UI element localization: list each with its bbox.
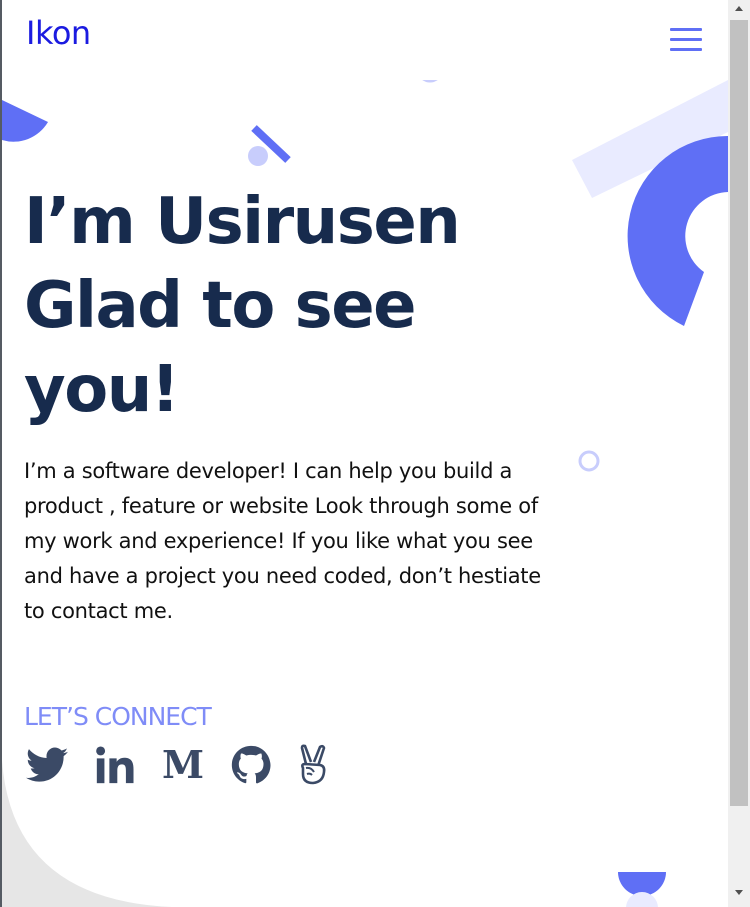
decorative-half-circle-top-left [2,100,48,142]
medium-link[interactable]: M [162,744,204,786]
decorative-large-arc-right [627,135,728,326]
twitter-icon [26,747,68,782]
header: Ikon [2,0,728,80]
hamburger-menu-icon[interactable] [670,28,702,54]
menu-line [670,38,702,41]
angellist-link[interactable] [292,744,334,786]
hero-title-line: I’m Usirusen [24,185,461,259]
page: Ikon I’m Usirusen Glad to see you! I’m a… [2,0,728,907]
hero-description: I’m a software developer! I can help you… [24,459,541,623]
github-icon [231,745,271,784]
hero-title: I’m Usirusen Glad to see you! [24,180,544,432]
decorative-half-circle-bottom [618,872,666,907]
hero-title-line: you! [24,353,180,427]
menu-line [670,28,702,31]
decorative-ring [578,450,600,472]
medium-icon: M [162,747,204,783]
twitter-link[interactable] [26,744,68,786]
connect-heading: LET’S CONNECT [24,702,212,731]
angellist-icon [300,744,326,785]
scroll-down-arrow-icon[interactable] [728,884,750,904]
decorative-bar-and-dot [248,125,291,166]
linkedin-link[interactable] [94,744,136,786]
github-link[interactable] [230,744,272,786]
scroll-up-arrow-icon[interactable] [728,0,750,17]
logo[interactable]: Ikon [26,14,91,52]
scrollbar-thumb[interactable] [730,20,748,806]
menu-line [670,48,702,51]
svg-text:M: M [162,747,204,783]
linkedin-icon [96,746,134,784]
hero-title-line: Glad to see [24,269,417,343]
vertical-scrollbar[interactable] [728,0,750,907]
